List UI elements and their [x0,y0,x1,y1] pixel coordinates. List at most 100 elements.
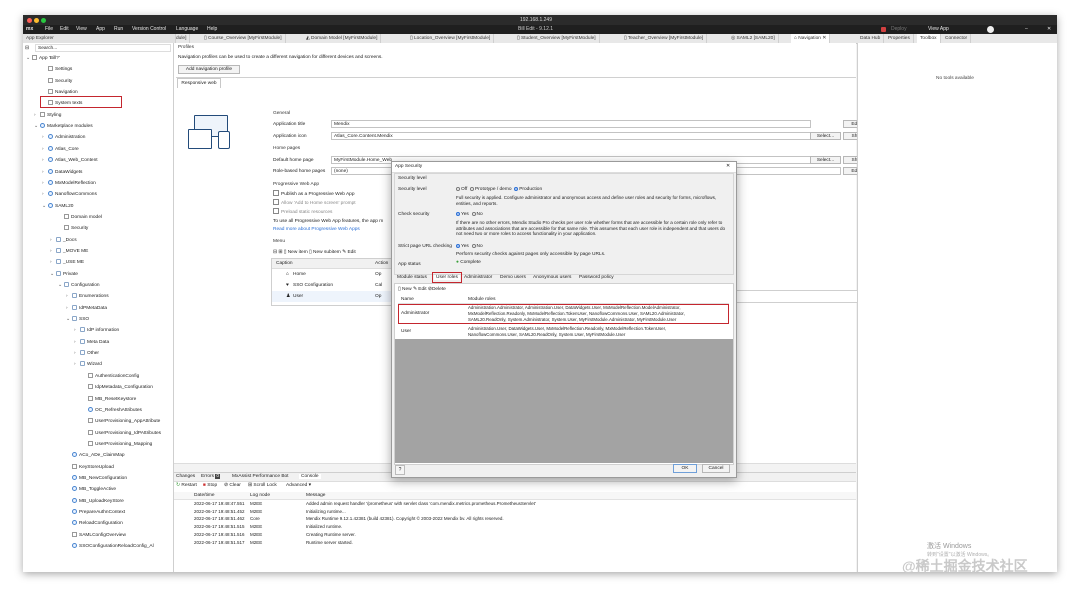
radio-prototype[interactable]: Prototype / demo [469,187,512,192]
tree-item[interactable]: ⌄ Configuration [58,281,100,291]
tree-item[interactable]: Security [58,224,88,234]
deploy-button[interactable]: Deploy [891,26,907,32]
tree-item[interactable]: › Meta Data [74,338,109,348]
tree-item[interactable]: UserProvisioning_IdPAttributes [82,429,161,439]
tab-student-overview[interactable]: ▯ Student_Overview [MyFirstModule] [514,34,600,43]
tree-item[interactable]: ⌄ SAML20 [42,202,73,212]
tree-item[interactable]: MB_ToggleActive [66,485,116,495]
tree-item[interactable]: ⌄ Private [50,270,78,280]
pwa-read-more-link[interactable]: Read more about Progressive Web Apps [273,227,360,232]
tab-console[interactable]: Console [299,474,321,479]
close-dialog-icon[interactable]: ✕ [726,164,730,169]
log-row[interactable]: 2022-06-17 19:48:51.515 M2EE Initialized r… [176,523,852,530]
tree-item[interactable]: OC_RefreshAttributes [82,406,142,416]
tree-item[interactable]: KeyStoreUpload [66,463,114,473]
minimize-icon[interactable]: – [1025,26,1028,32]
tree-item[interactable]: › IdP information [74,326,119,336]
maximize-window-icon[interactable] [41,18,46,23]
close-icon[interactable]: ✕ [1047,26,1051,32]
edit-role-button[interactable]: ✎ Edit [413,287,427,292]
close-window-icon[interactable] [27,18,32,23]
tree-item[interactable]: › DataWidgets [42,168,82,178]
tab-anonymous-users[interactable]: Anonymous users [533,275,571,280]
advanced-button[interactable]: Advanced ▾ [286,483,311,488]
tree-item[interactable]: PrepareAuthnContext [66,508,125,518]
tab-administrator[interactable]: Administrator [464,275,492,280]
tree-item[interactable]: AuthenticationConfig [82,372,139,382]
collapse-all-icon[interactable]: ⊟ [25,45,29,51]
stop-button[interactable]: ■ Stop [203,483,217,488]
tree-item[interactable]: Domain model [58,213,102,223]
app-title-field[interactable]: Mendix [331,120,811,128]
tab-course-overview[interactable]: ▯ Course_Overview [MyFirstModule] [201,34,286,43]
tab-teacher-overview[interactable]: ▯ Teacher_Overview [MyFirstModule] [621,34,708,43]
tree-item[interactable]: ⌄ Marketplace modules [34,122,93,132]
new-role-button[interactable]: ▯ New [398,287,412,292]
ok-button[interactable]: OK [673,464,697,473]
tree-item[interactable]: ACo_ADe_ClaimMap [66,451,125,461]
radio-production[interactable]: Production [514,187,542,192]
tab-errors[interactable]: Errors 0 [201,474,221,479]
menu-view[interactable]: View [76,26,87,32]
menu-app[interactable]: App [96,26,105,32]
restart-button[interactable]: ↻ Restart [176,483,197,488]
radio-off[interactable]: Off [456,187,467,192]
log-row[interactable]: 2022-06-17 19:48:51.462 Core Mendix Runtim… [176,515,852,522]
tree-item[interactable]: › Administration [42,133,85,143]
tab-data-hub[interactable]: Data Hub [857,34,885,43]
tab-truncated[interactable]: dule] [173,34,191,43]
tab-toolbox[interactable]: Toolbox [917,34,941,43]
tree-item[interactable]: › _USE ME [50,258,84,268]
expander-icon[interactable]: › [42,156,48,166]
new-item-button[interactable]: ▯ New item [284,250,308,255]
clear-button[interactable]: ⊘ Clear [224,483,241,488]
tree-item[interactable]: › Styling [34,111,61,121]
tree-item[interactable]: UserProvisioning_AppAttribute [82,417,160,427]
add-navigation-profile-button[interactable]: Add navigation profile [178,65,240,74]
tree-item[interactable]: › Other [74,349,99,359]
expander-icon[interactable]: ⌄ [42,202,48,212]
tree-item[interactable]: Security [42,77,72,87]
scroll-lock-button[interactable]: ⊞ Scroll Lock [248,483,277,488]
menu-language[interactable]: Language [176,26,198,32]
pwa-preload-checkbox[interactable]: Preload static resources [273,208,332,215]
run-icon[interactable] [881,27,886,32]
menu-row[interactable]: ♟ User Op [272,291,392,302]
log-row[interactable]: 2022-06-17 19:48:51.452 M2EE Initializing … [176,508,852,515]
tab-properties[interactable]: Properties [885,34,914,43]
tree-item[interactable]: MB_UploadKeyStore [66,497,124,507]
tree-item[interactable]: SAMLConfigOverview [66,531,126,541]
tab-saml2[interactable]: ◎ SAML2 [SAML20] [728,34,779,43]
tree-item[interactable]: MB_NewConfiguration [66,474,127,484]
tab-module-status[interactable]: Module status [397,275,427,280]
menu-file[interactable]: File [45,26,53,32]
tree-item[interactable]: › Wizard [74,360,102,370]
tree-item[interactable]: › Atlas_Web_Content [42,156,98,166]
tree-item[interactable]: UserProvisioning_Mapping [82,440,152,450]
tree-item[interactable]: ⌄ App 'Bill?' [26,54,60,64]
tab-password-policy[interactable]: Password policy [579,275,614,280]
menu-help[interactable]: Help [207,26,217,32]
tree-item[interactable]: › IdPMetaData [66,304,107,314]
menu-run[interactable]: Run [114,26,123,32]
tab-responsive-web[interactable]: Responsive web [177,78,221,88]
tab-domain-model[interactable]: ◭ Domain Model [MyFirstModule] [303,34,382,43]
avatar[interactable] [987,26,994,33]
tree-item[interactable]: › Enumerations [66,292,109,302]
tree-item[interactable]: › MxModelReflection [42,179,96,189]
menu-row[interactable]: ♥ SSO Configuration Cal [272,280,392,291]
radio-check-no[interactable]: No [471,212,483,217]
menu-version-control[interactable]: Version Control [132,26,166,32]
new-subitem-button[interactable]: ▯ New subitem [309,250,341,255]
radio-check-yes[interactable]: Yes [456,212,469,217]
menu-row[interactable]: ⌂ Home Op [272,269,392,280]
view-app-button[interactable]: View App [928,26,949,32]
expander-icon[interactable]: › [42,168,48,178]
tree-item[interactable]: › NanoflowCommons [42,190,97,200]
tree-item[interactable]: IdpMetadata_Configuration [82,383,153,393]
select-icon-button[interactable]: Select... [810,132,841,140]
tree-item[interactable]: ⌄ SSO [66,315,89,325]
edit-menu-button[interactable]: ✎ Edit [342,250,356,255]
tree-item[interactable]: Settings [42,65,72,75]
select-home-button[interactable]: Select... [810,156,841,164]
